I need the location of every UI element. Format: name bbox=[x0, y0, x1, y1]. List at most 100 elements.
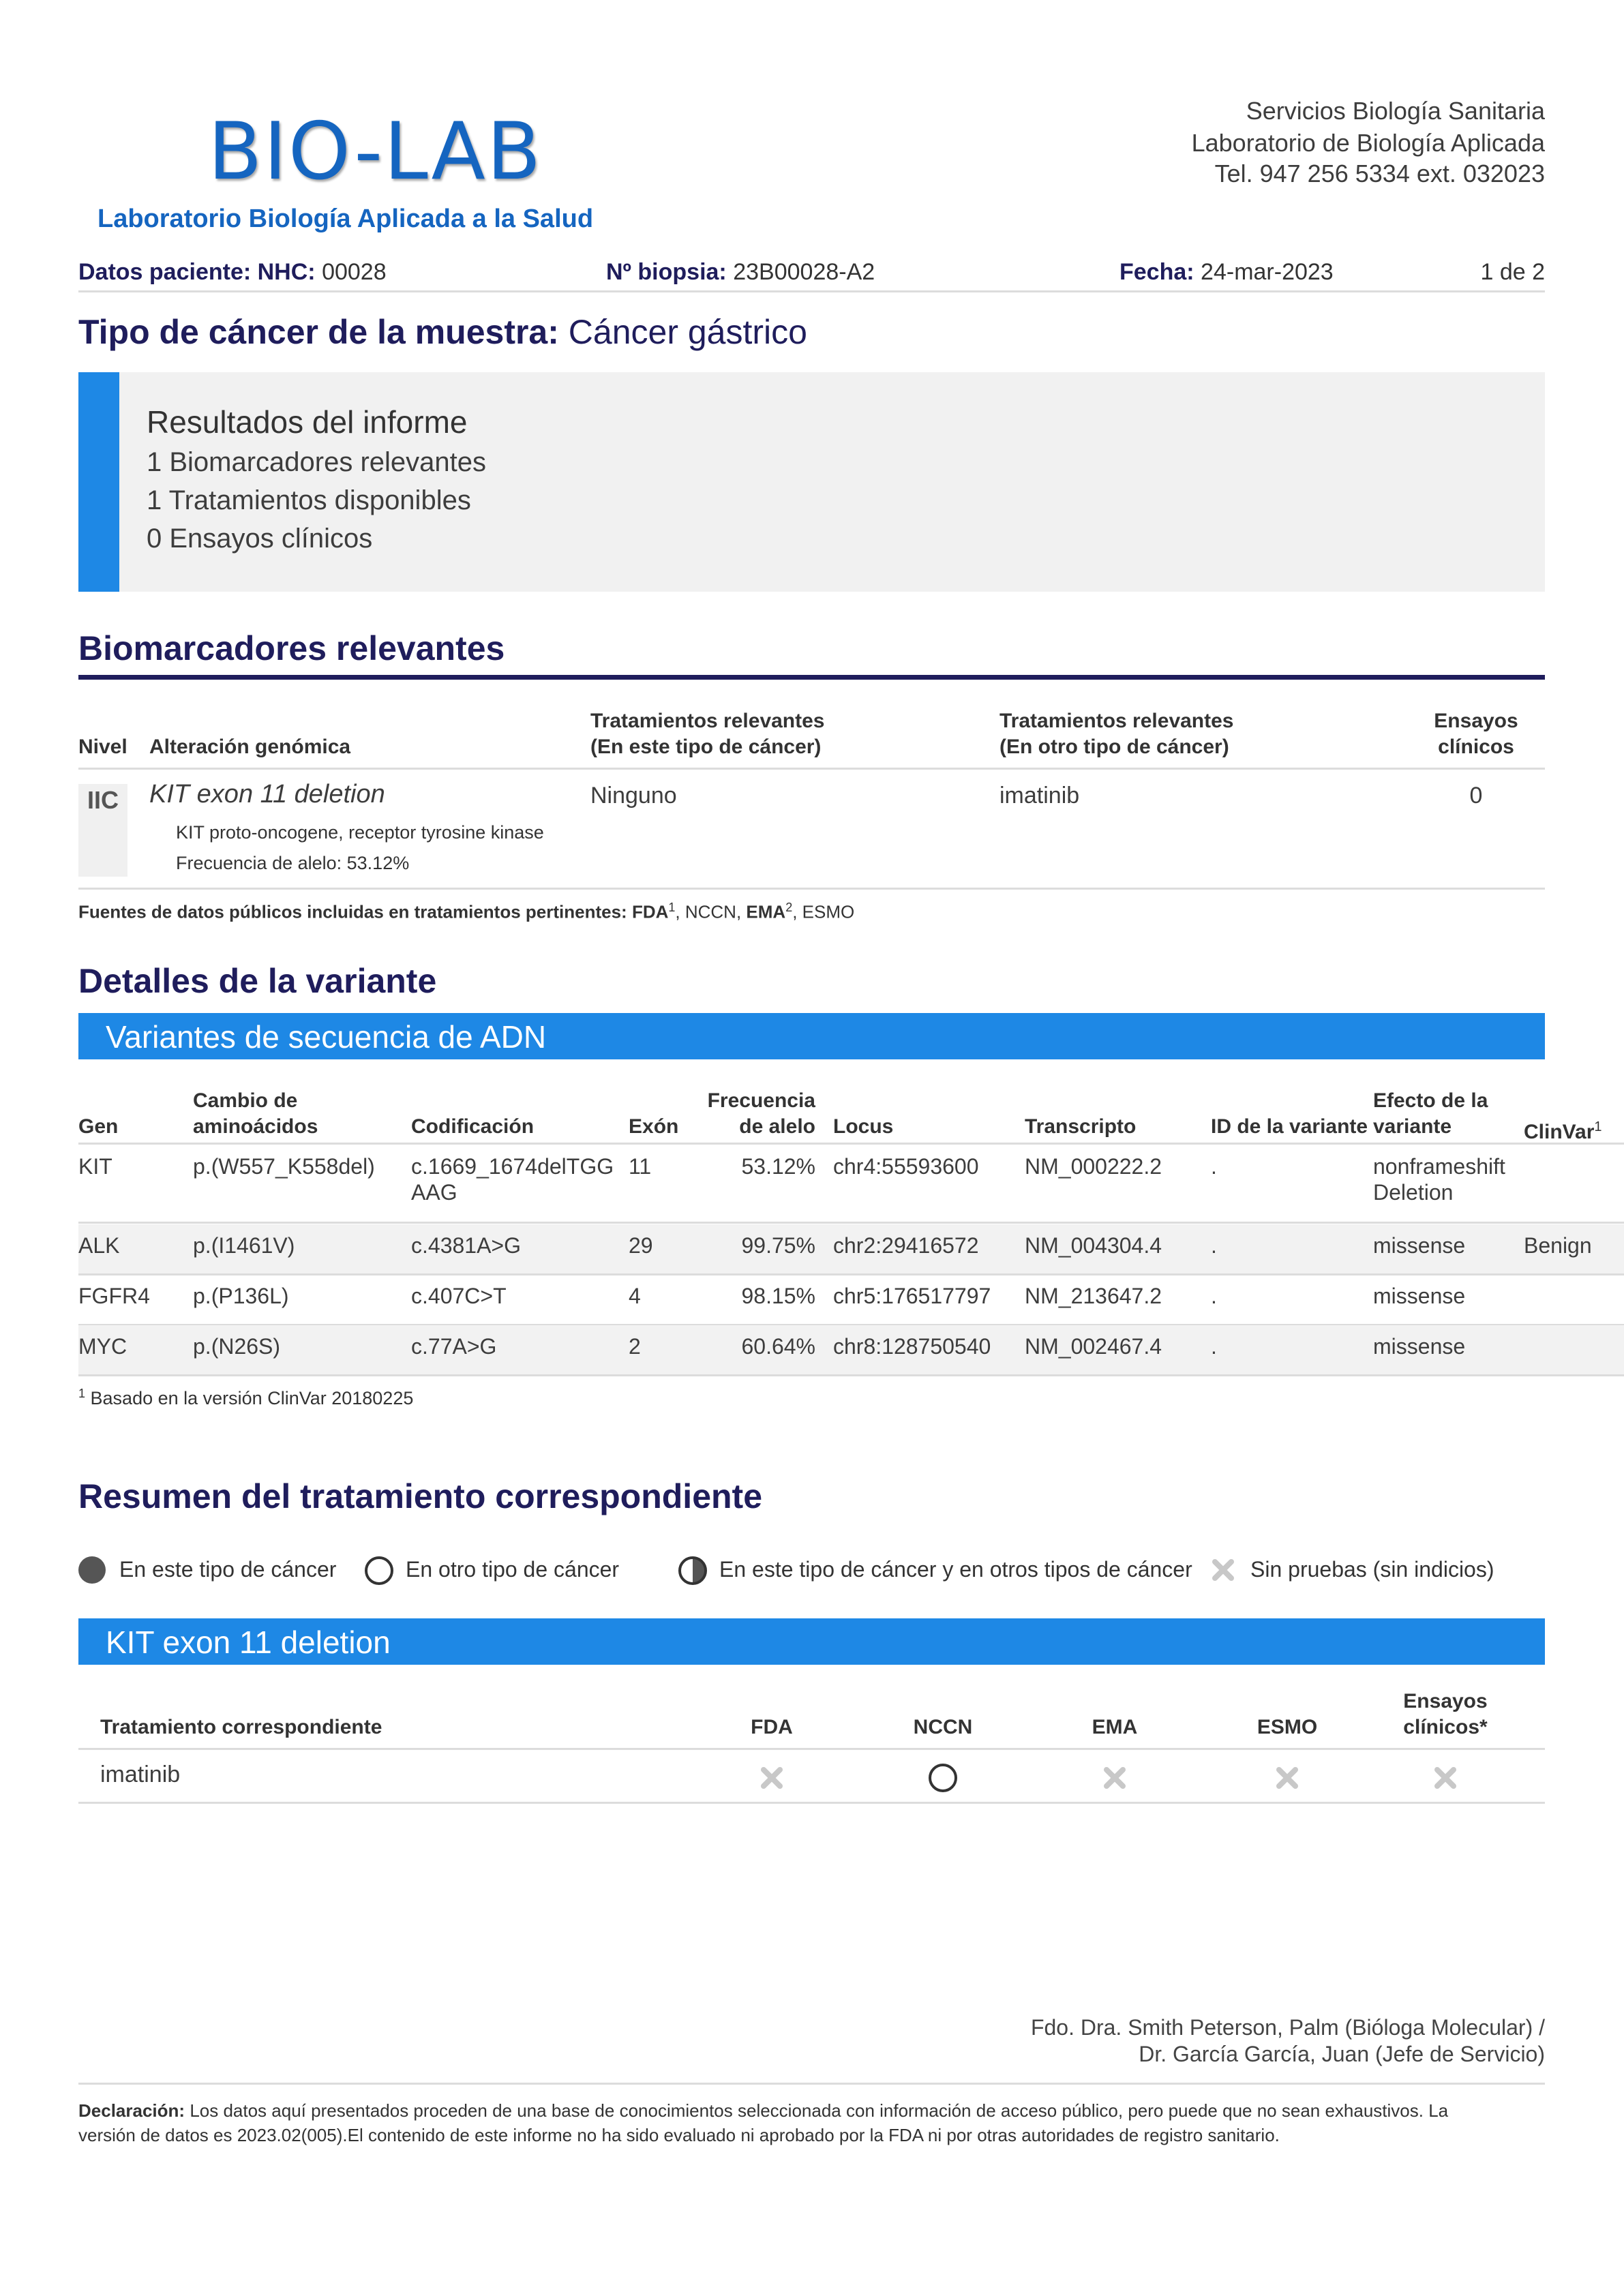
disclaimer: Declaración: Los datos aquí presentados … bbox=[78, 2098, 1551, 2147]
clinvar-footnote-text: Basado en la versión ClinVar 20180225 bbox=[90, 1388, 414, 1408]
clinvar-footnote: 1 Basado en la versión ClinVar 20180225 bbox=[78, 1387, 413, 1409]
tcol-trials-l2: clínicos* bbox=[1403, 1716, 1488, 1738]
variant-cell-effect: nonframeshift Deletion bbox=[1373, 1153, 1505, 1205]
org-phone: Tel. 947 256 5334 ext. 032023 bbox=[1214, 160, 1545, 187]
sources-label: Fuentes de datos públicos incluidas en t… bbox=[78, 901, 627, 922]
cross-icon bbox=[1211, 1558, 1235, 1586]
col-trials-l1: Ensayos bbox=[1434, 710, 1518, 732]
nccn-open-circle-icon bbox=[929, 1764, 957, 1792]
variant-cell-transcript: NM_000222.2 bbox=[1025, 1154, 1162, 1179]
variant-details-title: Detalles de la variante bbox=[78, 962, 437, 1000]
variant-cell-aa: p.(I1461V) bbox=[193, 1233, 295, 1258]
results-title: Resultados del informe bbox=[147, 404, 468, 440]
variant-cell-gene: FGFR4 bbox=[78, 1284, 150, 1308]
variant-cell-freq: 53.12% bbox=[741, 1154, 815, 1179]
legend-no-evidence: Sin pruebas (sin indicios) bbox=[1250, 1557, 1494, 1582]
ema-cross-icon bbox=[1102, 1766, 1127, 1794]
variant-cell-locus: chr4:55593600 bbox=[833, 1154, 979, 1179]
biomarkers-title: Biomarcadores relevantes bbox=[78, 629, 505, 667]
legend-this-cancer: En este tipo de cáncer bbox=[119, 1557, 337, 1582]
dna-variants-band: Variantes de secuencia de ADN bbox=[78, 1013, 1545, 1059]
report-date: Fecha: 24-mar-2023 bbox=[1119, 259, 1334, 286]
level-value: IIC bbox=[87, 786, 119, 814]
variant-cell-id: . bbox=[1211, 1284, 1217, 1308]
vcol-aa-l2: aminoácidos bbox=[193, 1115, 318, 1138]
kit-deletion-band-label: KIT exon 11 deletion bbox=[106, 1625, 391, 1660]
variant-cell-exon: 29 bbox=[629, 1233, 653, 1258]
trials-value: 0 bbox=[1469, 783, 1483, 809]
filled-circle-icon bbox=[78, 1556, 106, 1584]
variant-cell-aa: p.(W557_K558del) bbox=[193, 1154, 375, 1179]
vcol-gene: Gen bbox=[78, 1115, 119, 1138]
vcol-transcript: Transcripto bbox=[1025, 1115, 1137, 1138]
vcol-locus: Locus bbox=[833, 1115, 894, 1138]
lab-logo: BIO-LAB bbox=[208, 106, 543, 198]
results-line-trials: 0 Ensayos clínicos bbox=[147, 524, 373, 554]
treatment-bottom-rule bbox=[78, 1802, 1545, 1804]
variant-header-rule bbox=[78, 1143, 1624, 1145]
vcol-coding: Codificación bbox=[411, 1115, 535, 1138]
col-treat-other: Tratamientos relevantes (En otro tipo de … bbox=[999, 708, 1234, 760]
results-line-treatments: 1 Tratamientos disponibles bbox=[147, 485, 471, 515]
gene-description: KIT proto-oncogene, receptor tyrosine ki… bbox=[176, 822, 544, 843]
biomarkers-title-rule bbox=[78, 675, 1545, 680]
legend-other-cancer: En otro tipo de cáncer bbox=[406, 1557, 620, 1582]
header-divider bbox=[78, 290, 1545, 292]
variant-cell-transcript: NM_004304.4 bbox=[1025, 1233, 1162, 1258]
data-sources-note: Fuentes de datos públicos incluidas en t… bbox=[78, 901, 854, 923]
source-esmo: , ESMO bbox=[792, 901, 855, 922]
biomarkers-header-rule bbox=[78, 768, 1545, 770]
tcol-nccn: NCCN bbox=[913, 1716, 973, 1738]
variant-cell-coding: c.77A>G bbox=[411, 1333, 496, 1359]
variant-cell-effect: missense bbox=[1373, 1233, 1465, 1258]
variant-cell-effect-line2: Deletion bbox=[1373, 1180, 1454, 1205]
tcol-trials: Ensayos clínicos* bbox=[1377, 1689, 1514, 1740]
vcol-aa-l1: Cambio de bbox=[193, 1089, 298, 1112]
vcol-freq-l1: Frecuencia bbox=[707, 1089, 815, 1112]
variant-cell-effect-line1: missense bbox=[1373, 1233, 1466, 1258]
variant-cell-gene: KIT bbox=[78, 1154, 112, 1179]
cancer-type-heading: Tipo de cáncer de la muestra: Cáncer gás… bbox=[78, 312, 807, 352]
kit-deletion-band: KIT exon 11 deletion bbox=[78, 1618, 1545, 1665]
signature-line-1: Fdo. Dra. Smith Peterson, Palm (Bióloga … bbox=[1030, 2015, 1545, 2040]
half-circle-icon bbox=[678, 1556, 707, 1585]
cancer-type-label: Tipo de cáncer de la muestra: bbox=[78, 313, 559, 351]
vcol-effect: Efecto de la variante bbox=[1373, 1088, 1488, 1140]
variant-cell-gene: MYC bbox=[78, 1334, 127, 1359]
patient-nhc: Datos paciente: NHC: 00028 bbox=[78, 259, 387, 286]
variant-cell-coding-line1: c.4381A>G bbox=[411, 1233, 521, 1258]
page-number: 1 de 2 bbox=[1480, 259, 1545, 285]
variant-cell-locus: chr2:29416572 bbox=[833, 1233, 979, 1258]
variant-cell-aa: p.(N26S) bbox=[193, 1334, 281, 1359]
col-treat-this-l2: (En este tipo de cáncer) bbox=[590, 736, 822, 758]
variant-cell-id: . bbox=[1211, 1233, 1217, 1258]
variant-cell-exon: 4 bbox=[629, 1284, 641, 1308]
variant-row-divider bbox=[78, 1374, 1624, 1376]
treatment-summary-title: Resumen del tratamiento correspondiente bbox=[78, 1477, 763, 1515]
vcol-freq: Frecuencia de alelo bbox=[682, 1088, 815, 1140]
variant-cell-freq: 99.75% bbox=[741, 1233, 815, 1258]
variant-row-divider bbox=[78, 1222, 1624, 1224]
fda-cross-icon bbox=[760, 1766, 784, 1794]
source-ema-sup: 2 bbox=[785, 901, 793, 914]
results-line-biomarkers: 1 Biomarcadores relevantes bbox=[147, 447, 487, 477]
dna-variants-band-label: Variantes de secuencia de ADN bbox=[106, 1019, 547, 1055]
col-trials-l2: clínicos bbox=[1438, 736, 1514, 758]
variant-cell-id: . bbox=[1211, 1154, 1217, 1179]
variant-cell-effect-line1: nonframeshift bbox=[1373, 1154, 1505, 1179]
date-value: 24-mar-2023 bbox=[1201, 259, 1334, 285]
variant-cell-effect: missense bbox=[1373, 1333, 1465, 1359]
treat-this-value: Ninguno bbox=[590, 783, 677, 809]
cancer-type-value: Cáncer gástrico bbox=[568, 313, 807, 351]
variant-cell-gene: ALK bbox=[78, 1233, 120, 1258]
col-treat-other-l2: (En otro tipo de cáncer) bbox=[999, 736, 1229, 758]
date-label: Fecha: bbox=[1119, 259, 1194, 285]
col-alteration: Alteración genómica bbox=[149, 736, 351, 758]
biopsy-value: 23B00028-A2 bbox=[733, 259, 875, 285]
col-treat-this: Tratamientos relevantes (En este tipo de … bbox=[590, 708, 825, 760]
variant-cell-exon: 2 bbox=[629, 1334, 641, 1359]
trials-cross-icon bbox=[1433, 1766, 1458, 1794]
tcol-fda: FDA bbox=[751, 1716, 793, 1738]
variant-cell-coding-line1: c.407C>T bbox=[411, 1284, 507, 1308]
nhc-label: Datos paciente: NHC: bbox=[78, 259, 316, 285]
